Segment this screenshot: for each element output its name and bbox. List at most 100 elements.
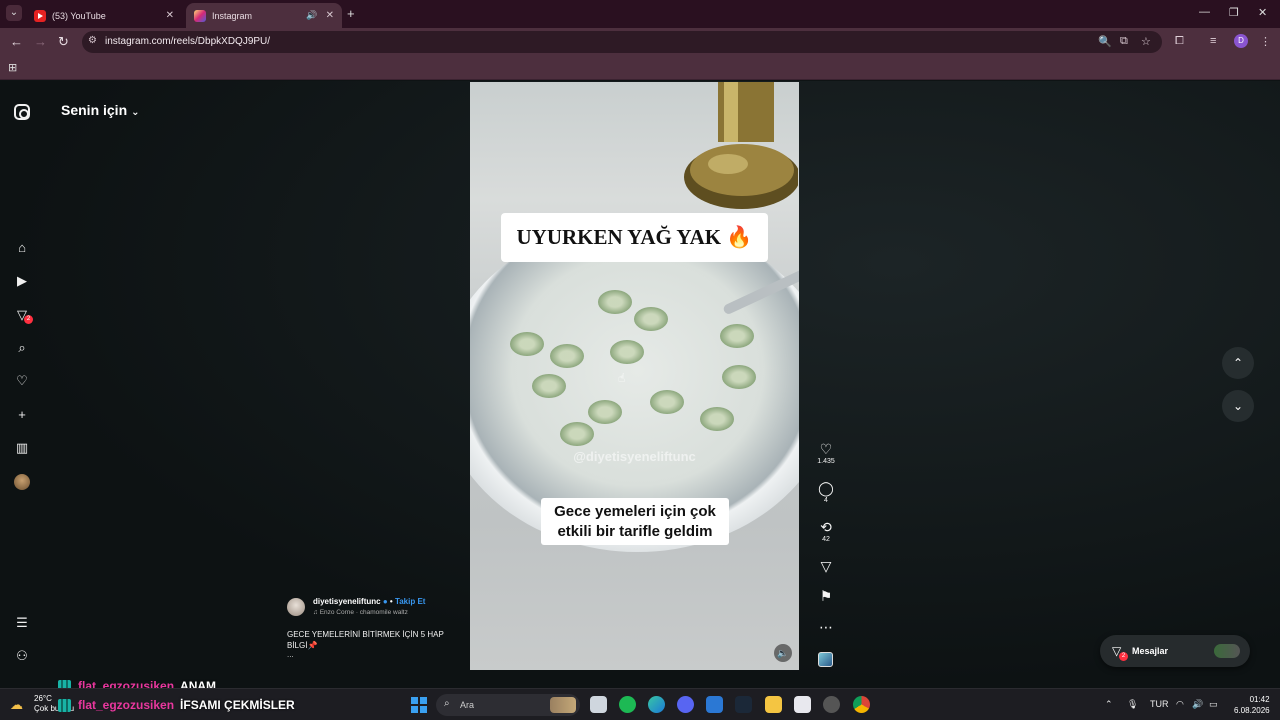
instagram-logo-icon[interactable] xyxy=(14,104,30,120)
cucumber-slice xyxy=(700,407,734,431)
browser-toolbar: ← → ↻ ⚙ instagram.com/reels/DbpkXDQJ9PU/… xyxy=(0,28,1280,56)
settings-app-icon[interactable] xyxy=(823,696,840,713)
microphone-icon[interactable]: 🎙 xyxy=(1127,699,1138,710)
profile-avatar[interactable]: D xyxy=(1234,34,1248,48)
tab-search-icon[interactable]: ⌄ xyxy=(6,5,22,21)
chrome-icon[interactable] xyxy=(853,696,870,713)
ellipsis-icon: ⋯ xyxy=(819,619,833,635)
follow-button[interactable]: Takip Et xyxy=(395,597,426,606)
chevron-down-icon: ⌄ xyxy=(131,107,140,118)
home-icon[interactable]: ⌂ xyxy=(14,240,30,256)
ms-store-icon[interactable] xyxy=(794,696,811,713)
forward-icon[interactable]: → xyxy=(34,34,47,49)
cucumber-slice xyxy=(550,344,584,368)
volume-icon[interactable]: 🔊 xyxy=(1192,699,1203,710)
reels-icon[interactable]: ▶ xyxy=(14,273,30,289)
tray-overflow-icon[interactable]: ⌃ xyxy=(1105,699,1113,710)
cucumber-slice xyxy=(610,340,644,364)
edge-icon[interactable] xyxy=(648,696,665,713)
comment-icon: ◯ xyxy=(818,480,834,496)
cucumber-slice xyxy=(560,422,594,446)
send-icon: ▽ xyxy=(820,558,832,574)
back-icon[interactable]: ← xyxy=(10,34,23,49)
wifi-icon[interactable]: ◠ xyxy=(1176,699,1184,710)
bookmark-star-icon[interactable]: ☆ xyxy=(1141,35,1151,48)
previous-reel-button[interactable]: ⌃ xyxy=(1222,347,1254,379)
author-name[interactable]: diyetisyeneliftunc xyxy=(313,597,381,606)
address-bar[interactable]: ⚙ instagram.com/reels/DbpkXDQJ9PU/ 🔍 ⧉ ☆ xyxy=(82,31,1162,53)
chat-text: İFSAMI ÇEKMİSLER xyxy=(180,698,295,712)
create-plus-icon[interactable]: + xyxy=(14,407,30,423)
windows-start-icon[interactable] xyxy=(411,697,427,713)
heart-icon: ♡ xyxy=(819,441,833,457)
file-explorer-icon[interactable] xyxy=(765,696,782,713)
tab-youtube[interactable]: (53) YouTube ✕ xyxy=(26,3,182,28)
tab-instagram[interactable]: Instagram 🔊 ✕ xyxy=(186,3,342,28)
like-button[interactable]: ♡ 1.435 xyxy=(812,441,840,465)
comment-button[interactable]: ◯ 4 xyxy=(812,480,840,504)
zoom-icon[interactable]: 🔍 xyxy=(1098,35,1112,48)
author-avatar[interactable] xyxy=(287,598,305,616)
messages-label: Mesajlar xyxy=(1132,646,1169,656)
search-icon[interactable]: ⌕ xyxy=(14,340,30,356)
audio-thumbnail[interactable] xyxy=(818,652,833,667)
close-tab-icon[interactable]: ✕ xyxy=(166,10,174,21)
close-window-icon[interactable]: ✕ xyxy=(1258,6,1267,19)
feed-selector[interactable]: Senin için ⌄ xyxy=(61,102,140,118)
messages-button[interactable]: ▽ 2 Mesajlar xyxy=(1100,635,1250,667)
messages-badge: 2 xyxy=(1119,652,1128,661)
taskbar-search[interactable]: ⌕ Ara xyxy=(436,694,580,716)
mute-toggle-icon[interactable]: 🔈 xyxy=(774,644,792,662)
store-app-icon[interactable] xyxy=(706,696,723,713)
reload-icon[interactable]: ↻ xyxy=(58,34,69,50)
speaker-icon[interactable]: 🔊 xyxy=(306,10,317,21)
new-tab-button[interactable]: + xyxy=(347,6,355,21)
spotify-icon[interactable] xyxy=(619,696,636,713)
repost-button[interactable]: ⟲ 42 xyxy=(812,519,840,543)
discord-icon[interactable] xyxy=(677,696,694,713)
cucumber-slice xyxy=(722,365,756,389)
chat-message: flat_egzozusiken İFSAMI ÇEKMİSLER xyxy=(58,698,295,712)
system-clock[interactable]: 01:42 6.08.2026 xyxy=(1234,694,1270,716)
install-icon[interactable]: ⧉ xyxy=(1120,35,1128,48)
reel-video[interactable]: UYURKEN YAĞ YAK 🔥 @diyetisyeneliftunc Ge… xyxy=(470,82,799,670)
more-link[interactable]: ... xyxy=(287,650,294,659)
media-control-icon[interactable]: ≡ xyxy=(1210,35,1216,47)
weather-cloud-icon[interactable]: ☁ xyxy=(10,697,23,713)
song-line[interactable]: ♫ Enzo Corne · chamomile waltz xyxy=(313,609,408,616)
heart-icon[interactable]: ♡ xyxy=(14,373,30,389)
save-button[interactable]: ⚑ xyxy=(812,588,840,604)
verified-badge-icon: ● xyxy=(382,597,388,606)
menu-icon[interactable]: ⋮ xyxy=(1260,35,1271,48)
direct-messages-icon[interactable]: ▽ 2 xyxy=(14,307,33,324)
more-menu-icon[interactable]: ☰ xyxy=(14,615,30,631)
cucumber-slice xyxy=(532,374,566,398)
steam-icon[interactable] xyxy=(735,696,752,713)
post-description: GECE YEMELERİNİ BİTİRMEK İÇİN 5 HAP BİLG… xyxy=(287,630,444,650)
dashboard-icon[interactable]: ▥ xyxy=(14,440,30,456)
instagram-icon xyxy=(194,9,206,22)
more-options-button[interactable]: ⋯ xyxy=(812,619,840,635)
chat-username: flat_egzozusiken xyxy=(78,698,175,712)
minimize-icon[interactable]: — xyxy=(1199,6,1210,18)
battery-icon[interactable]: ▭ xyxy=(1209,699,1218,710)
restore-icon[interactable]: ❐ xyxy=(1229,6,1239,19)
apps-grid-icon[interactable]: ⊞ xyxy=(8,61,17,74)
input-language[interactable]: TUR xyxy=(1150,699,1169,709)
cucumber-slice xyxy=(650,390,684,414)
next-reel-button[interactable]: ⌄ xyxy=(1222,390,1254,422)
profile-avatar[interactable] xyxy=(14,474,30,490)
meta-apps-icon[interactable]: ⚇ xyxy=(14,648,30,664)
reel-overlay-title: UYURKEN YAĞ YAK 🔥 xyxy=(501,213,768,262)
close-tab-icon[interactable]: ✕ xyxy=(326,10,334,21)
site-info-icon[interactable]: ⚙ xyxy=(88,35,97,46)
url-text[interactable]: instagram.com/reels/DbpkXDQJ9PU/ xyxy=(105,36,270,47)
cucumber-slice xyxy=(510,332,544,356)
extensions-icon[interactable]: ⧠ xyxy=(1175,35,1184,48)
bookmarks-bar: ⊞ xyxy=(0,56,1280,80)
tab-title: Instagram xyxy=(212,10,253,21)
task-view-icon[interactable] xyxy=(590,696,607,713)
reel-watermark: @diyetisyeneliftunc xyxy=(573,449,696,464)
share-button[interactable]: ▽ xyxy=(812,558,840,574)
lamp-image xyxy=(684,82,798,209)
